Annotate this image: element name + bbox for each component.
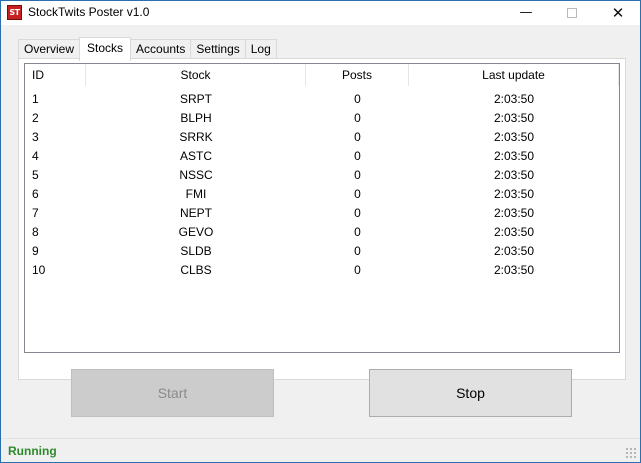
cell-last-update: 2:03:50 [493,111,535,125]
cell-stock: NEPT [179,206,212,220]
cell-posts: 0 [354,130,361,144]
cell-last-update: 2:03:50 [493,149,535,163]
main-content: Overview Stocks Accounts Settings Log ID… [1,25,640,438]
tab-overview[interactable]: Overview [18,39,81,60]
table-row[interactable]: 10 CLBS 0 2:03:50 [25,261,619,280]
cell-last-update: 2:03:50 [493,263,535,277]
table-row[interactable]: 1 SRPT 0 2:03:50 [25,90,619,109]
cell-id: 2 [32,111,39,125]
table-row[interactable]: 9 SLDB 0 2:03:50 [25,242,619,261]
table-row[interactable]: 4 ASTC 0 2:03:50 [25,147,619,166]
title-bar[interactable]: ST StockTwits Poster v1.0 — ✕ [1,1,640,25]
cell-last-update: 2:03:50 [493,92,535,106]
minimize-button[interactable]: — [503,1,549,25]
cell-id: 4 [32,149,39,163]
cell-last-update: 2:03:50 [493,244,535,258]
table-row[interactable]: 5 NSSC 0 2:03:50 [25,166,619,185]
cell-last-update: 2:03:50 [493,187,535,201]
table-row[interactable]: 8 GEVO 0 2:03:50 [25,223,619,242]
cell-posts: 0 [354,225,361,239]
cell-posts: 0 [354,149,361,163]
cell-id: 3 [32,130,39,144]
cell-posts: 0 [354,206,361,220]
status-text: Running [8,444,57,458]
cell-posts: 0 [354,168,361,182]
cell-last-update: 2:03:50 [493,225,535,239]
tab-log[interactable]: Log [244,39,277,60]
cell-id: 9 [32,244,39,258]
column-header-id[interactable]: ID [25,64,86,86]
maximize-icon [567,7,577,18]
cell-last-update: 2:03:50 [493,206,535,220]
app-window: ST StockTwits Poster v1.0 — ✕ Overview S… [0,0,641,463]
cell-id: 7 [32,206,39,220]
cell-stock: CLBS [180,263,212,277]
cell-stock: FMI [185,187,207,201]
table-row[interactable]: 6 FMI 0 2:03:50 [25,185,619,204]
status-bar: Running [1,438,640,462]
list-body: 1 SRPT 0 2:03:50 2 BLPH 0 2:03:50 3 SRRK [25,90,619,280]
tab-accounts[interactable]: Accounts [130,39,192,60]
cell-stock: ASTC [179,149,212,163]
cell-id: 6 [32,187,39,201]
table-row[interactable]: 3 SRRK 0 2:03:50 [25,128,619,147]
app-logo-icon: ST [7,5,22,20]
cell-posts: 0 [354,244,361,258]
cell-last-update: 2:03:50 [493,168,535,182]
maximize-button[interactable] [549,1,595,25]
close-button[interactable]: ✕ [595,1,641,25]
stop-button[interactable]: Stop [369,369,572,417]
cell-stock: SRPT [179,92,212,106]
tab-stocks[interactable]: Stocks [79,37,132,61]
cell-stock: BLPH [180,111,212,125]
cell-stock: NSSC [179,168,213,182]
column-header-last-update[interactable]: Last update [409,64,619,86]
cell-id: 8 [32,225,39,239]
cell-id: 1 [32,92,39,106]
cell-last-update: 2:03:50 [493,130,535,144]
column-header-posts[interactable]: Posts [306,64,409,86]
stocks-list-view[interactable]: ID Stock Posts Last update 1 SRPT 0 2:03… [24,63,620,353]
tab-settings[interactable]: Settings [190,39,246,60]
list-header: ID Stock Posts Last update [25,64,619,86]
table-row[interactable]: 2 BLPH 0 2:03:50 [25,109,619,128]
cell-stock: SLDB [180,244,212,258]
window-title: StockTwits Poster v1.0 [28,5,150,19]
column-header-stock[interactable]: Stock [86,64,306,86]
cell-stock: SRRK [179,130,213,144]
tab-strip: Overview Stocks Accounts Settings Log [18,37,277,61]
cell-stock: GEVO [178,225,214,239]
cell-id: 5 [32,168,39,182]
table-row[interactable]: 7 NEPT 0 2:03:50 [25,204,619,223]
stocks-tab-panel: ID Stock Posts Last update 1 SRPT 0 2:03… [18,58,626,380]
start-button[interactable]: Start [71,369,274,417]
cell-id: 10 [32,263,46,277]
cell-posts: 0 [354,263,361,277]
resize-grip-icon[interactable] [625,447,637,459]
cell-posts: 0 [354,111,361,125]
cell-posts: 0 [354,92,361,106]
cell-posts: 0 [354,187,361,201]
